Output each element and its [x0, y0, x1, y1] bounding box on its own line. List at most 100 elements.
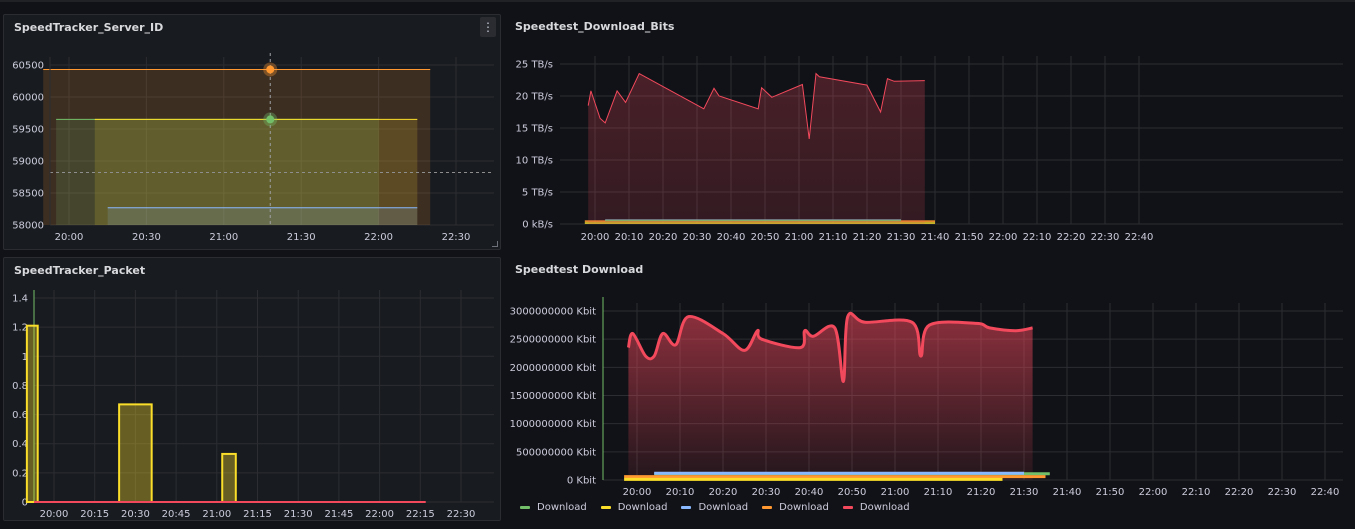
y-tick-label: 1.4	[12, 294, 28, 305]
x-tick-label: 22:30	[447, 509, 476, 520]
y-tick-label: 0.4	[12, 439, 28, 450]
y-tick-label: 2000000000 Kbit	[510, 363, 596, 374]
legend-swatch	[681, 506, 692, 509]
y-tick-label: 15 TB/s	[516, 124, 553, 135]
y-tick-label: 59000	[12, 157, 44, 168]
x-tick-label: 21:30	[1010, 487, 1039, 498]
x-tick-label: 20:10	[615, 232, 644, 243]
y-tick-label: 2500000000 Kbit	[510, 335, 596, 346]
x-tick-label: 22:20	[1225, 487, 1254, 498]
y-tick-label: 3000000000 Kbit	[510, 307, 596, 318]
series-area	[107, 207, 418, 225]
packet-chart[interactable]: 00.20.40.60.811.21.420:00 20:15 20:30 20:45…	[4, 258, 502, 522]
x-tick-label: 20:00	[55, 232, 84, 243]
x-tick-label: 22:20	[1057, 232, 1086, 243]
legend-item[interactable]: Download	[842, 502, 910, 513]
panel-packet[interactable]: SpeedTracker_Packet 0 0.2 0.4 0.6 0.8 1 1.2 1.4…	[3, 257, 501, 521]
server-id-chart[interactable]: 58000 58500 59000 59500 60000 60500 20:00 20:30…	[4, 15, 502, 251]
x-tick-label: 21:20	[967, 487, 996, 498]
legend-item[interactable]: Download	[600, 502, 668, 513]
x-tick-label: 22:10	[1023, 232, 1052, 243]
x-tick-label: 20:20	[649, 232, 678, 243]
x-tick-label: 20:00	[581, 232, 610, 243]
legend-label: Download	[859, 502, 910, 513]
legend-swatch	[520, 506, 530, 509]
x-tick-label: 20:30	[132, 232, 161, 243]
y-tick-label: 58500	[12, 189, 44, 200]
legend-swatch	[842, 506, 853, 509]
x-tick-label: 20:10	[666, 487, 695, 498]
x-tick-label: 20:30	[752, 487, 781, 498]
y-tick-label: 10 TB/s	[516, 156, 553, 167]
legend-label: Download	[537, 502, 587, 513]
y-tick-label: 1.2	[12, 323, 28, 334]
bar	[25, 324, 39, 503]
x-tick-label: 20:40	[717, 232, 746, 243]
y-tick-label: 25 TB/s	[516, 60, 553, 71]
y-tick-label: 20 TB/s	[516, 92, 553, 103]
x-tick-label: 22:30	[1268, 487, 1297, 498]
legend-item[interactable]: Download	[520, 502, 587, 513]
y-tick-label: 1000000000 Kbit	[510, 419, 596, 430]
resize-handle-icon[interactable]	[492, 241, 498, 247]
download-bits-chart[interactable]: 0 kB/s 5 TB/s 10 TB/s 15 TB/s 20 TB/s 25 TB/s…	[505, 14, 1350, 250]
x-tick-label: 20:00	[623, 487, 652, 498]
y-tick-label: 0.8	[12, 381, 28, 392]
x-tick-label: 20:00	[40, 509, 69, 520]
x-tick-label: 21:10	[819, 232, 848, 243]
legend-label: Download	[698, 502, 749, 513]
x-tick-label: 21:00	[202, 509, 231, 520]
top-separator	[0, 0, 1355, 2]
panel-download-bits[interactable]: Speedtest_Download_Bits 0 kB/s 5 TB/s 10 T…	[505, 14, 1350, 250]
x-tick-label: 21:20	[853, 232, 882, 243]
y-tick-label: 59500	[12, 125, 44, 136]
x-tick-label: 21:10	[924, 487, 953, 498]
x-tick-label: 21:50	[1096, 487, 1125, 498]
x-tick-label: 20:20	[709, 487, 738, 498]
x-tick-label: 21:45	[324, 509, 353, 520]
bar	[221, 452, 237, 504]
x-tick-label: 22:00	[1139, 487, 1168, 498]
y-tick-label: 0.6	[12, 410, 28, 421]
legend-label: Download	[617, 502, 668, 513]
x-tick-label: 21:15	[243, 509, 272, 520]
x-tick-label: 22:40	[1125, 232, 1154, 243]
legend-label: Download	[779, 502, 829, 513]
x-tick-label: 21:30	[287, 232, 316, 243]
x-tick-label: 22:10	[1182, 487, 1211, 498]
x-tick-label: 22:00	[365, 509, 394, 520]
x-tick-label: 20:15	[80, 509, 109, 520]
y-tick-label: 0.2	[12, 468, 28, 479]
download-legend: Download Download Download Download Down…	[520, 502, 924, 513]
x-tick-label: 22:40	[1311, 487, 1340, 498]
x-tick-label: 20:30	[683, 232, 712, 243]
y-tick-label: 0 Kbit	[567, 476, 596, 487]
x-tick-label: 21:00	[785, 232, 814, 243]
bar	[118, 403, 153, 503]
y-tick-label: 1500000000 Kbit	[510, 391, 596, 402]
legend-swatch	[600, 506, 611, 509]
y-tick-label: 60000	[12, 93, 44, 104]
x-tick-label: 22:15	[406, 509, 435, 520]
x-tick-label: 21:00	[881, 487, 910, 498]
legend-swatch	[762, 506, 773, 509]
x-tick-label: 20:40	[795, 487, 824, 498]
hover-marker	[266, 115, 275, 124]
x-tick-label: 22:00	[364, 232, 393, 243]
panel-download[interactable]: Speedtest Download 0 Kbit 500000000 Kbit 1…	[505, 257, 1350, 521]
x-tick-label: 21:00	[209, 232, 238, 243]
y-tick-label: 58000	[12, 221, 44, 232]
download-chart[interactable]: 0 Kbit 500000000 Kbit 1000000000 Kbit 15000…	[505, 257, 1350, 498]
x-tick-label: 22:30	[1091, 232, 1120, 243]
x-tick-label: 21:30	[284, 509, 313, 520]
x-tick-label: 21:30	[887, 232, 916, 243]
legend-item[interactable]: Download	[681, 502, 748, 513]
panel-server-id[interactable]: SpeedTracker_Server_ID ⋮ 58000 58500 59000…	[3, 14, 501, 250]
y-tick-label: 500000000 Kbit	[516, 447, 596, 458]
x-tick-label: 20:45	[162, 509, 191, 520]
x-tick-label: 20:50	[751, 232, 780, 243]
x-tick-label: 21:40	[1053, 487, 1082, 498]
legend-item[interactable]: Download	[762, 502, 829, 513]
x-tick-label: 22:00	[989, 232, 1018, 243]
x-tick-label: 20:30	[121, 509, 150, 520]
